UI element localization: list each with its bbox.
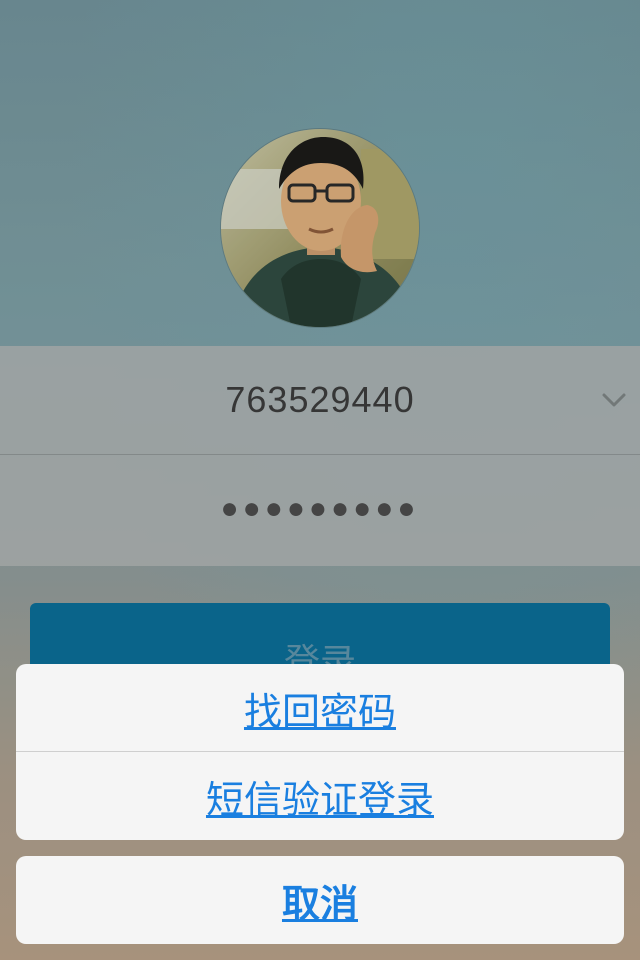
retrieve-password-button[interactable]: 找回密码 [16,664,624,752]
sms-login-button[interactable]: 短信验证登录 [16,752,624,840]
action-sheet: 找回密码 短信验证登录 [16,664,624,840]
action-sheet-cancel: 取消 [16,856,624,944]
cancel-button[interactable]: 取消 [16,856,624,944]
